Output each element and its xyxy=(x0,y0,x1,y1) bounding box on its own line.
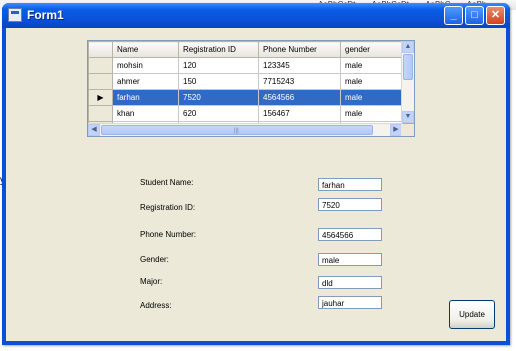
address-label: Address: xyxy=(140,301,172,310)
scroll-grip-icon: ||| xyxy=(234,128,239,134)
column-header-registration-id[interactable]: Registration ID xyxy=(178,41,259,58)
cell-name[interactable]: khan xyxy=(112,105,179,122)
cell-gender[interactable]: male xyxy=(340,105,403,122)
cell-phone-number[interactable]: 7715243 xyxy=(258,73,341,90)
cell-registration-id[interactable]: 120 xyxy=(178,57,259,74)
app-icon xyxy=(8,8,22,22)
cell-phone-number[interactable]: 156467 xyxy=(258,105,341,122)
column-header-name[interactable]: Name xyxy=(112,41,179,58)
table-row[interactable]: khan 620 156467 male xyxy=(88,105,403,122)
scroll-down-icon[interactable]: ▼ xyxy=(402,111,414,123)
phone-number-label: Phone Number: xyxy=(140,230,197,239)
scroll-left-icon[interactable]: ◀ xyxy=(88,124,100,136)
current-row-arrow-icon[interactable]: ▶ xyxy=(88,89,113,106)
cell-gender[interactable]: male xyxy=(340,73,403,90)
maximize-button[interactable]: □ xyxy=(465,6,484,25)
scrollbar-corner xyxy=(401,124,414,136)
grid-vertical-scrollbar[interactable]: ▲ ▼ xyxy=(401,41,414,123)
window-bottom-border xyxy=(2,341,510,345)
cell-gender[interactable]: male xyxy=(340,89,403,106)
registration-id-field[interactable]: 7520 xyxy=(318,198,382,211)
vertical-scroll-thumb[interactable] xyxy=(403,54,413,80)
column-header-gender[interactable]: gender xyxy=(340,41,403,58)
horizontal-scroll-thumb[interactable]: ||| xyxy=(101,125,373,135)
cell-registration-id[interactable]: 150 xyxy=(178,73,259,90)
table-row[interactable]: ahmer 150 7715243 male xyxy=(88,73,403,90)
row-header[interactable] xyxy=(88,57,113,74)
address-field[interactable]: jauhar xyxy=(318,296,382,309)
form-client-area: Name Registration ID Phone Number gender… xyxy=(6,28,506,341)
grid-corner-header[interactable] xyxy=(88,41,113,58)
grid-header-row: Name Registration ID Phone Number gender xyxy=(88,41,403,58)
cell-phone-number[interactable]: 4564566 xyxy=(258,89,341,106)
student-name-label: Student Name: xyxy=(140,178,194,187)
cell-registration-id[interactable]: 620 xyxy=(178,105,259,122)
gender-label: Gender: xyxy=(140,255,169,264)
form1-window: Form1 _ □ ✕ Name Registration ID Phone N… xyxy=(2,3,510,345)
cell-name[interactable]: mohsin xyxy=(112,57,179,74)
close-button[interactable]: ✕ xyxy=(486,6,505,25)
row-header[interactable] xyxy=(88,73,113,90)
title-bar[interactable]: Form1 _ □ ✕ xyxy=(2,3,510,28)
students-data-grid[interactable]: Name Registration ID Phone Number gender… xyxy=(87,40,415,137)
update-button[interactable]: Update xyxy=(449,300,495,329)
major-field[interactable]: dld xyxy=(318,276,382,289)
phone-number-field[interactable]: 4564566 xyxy=(318,228,382,241)
column-header-phone-number[interactable]: Phone Number xyxy=(258,41,341,58)
minimize-button[interactable]: _ xyxy=(444,6,463,25)
gender-field[interactable]: male xyxy=(318,253,382,266)
cell-name[interactable]: ahmer xyxy=(112,73,179,90)
scroll-up-icon[interactable]: ▲ xyxy=(402,41,414,53)
row-header[interactable] xyxy=(88,105,113,122)
table-row-selected[interactable]: ▶ farhan 7520 4564566 male xyxy=(88,89,403,106)
cell-phone-number[interactable]: 123345 xyxy=(258,57,341,74)
window-title: Form1 xyxy=(27,8,64,22)
grid-horizontal-scrollbar[interactable]: ◀ ||| ▶ xyxy=(88,123,402,136)
registration-id-label: Registration ID: xyxy=(140,203,196,212)
table-row[interactable]: mohsin 120 123345 male xyxy=(88,57,403,74)
cell-registration-id[interactable]: 7520 xyxy=(178,89,259,106)
cell-name[interactable]: farhan xyxy=(112,89,179,106)
student-name-field[interactable]: farhan xyxy=(318,178,382,191)
major-label: Major: xyxy=(140,277,163,286)
cell-gender[interactable]: male xyxy=(340,57,403,74)
